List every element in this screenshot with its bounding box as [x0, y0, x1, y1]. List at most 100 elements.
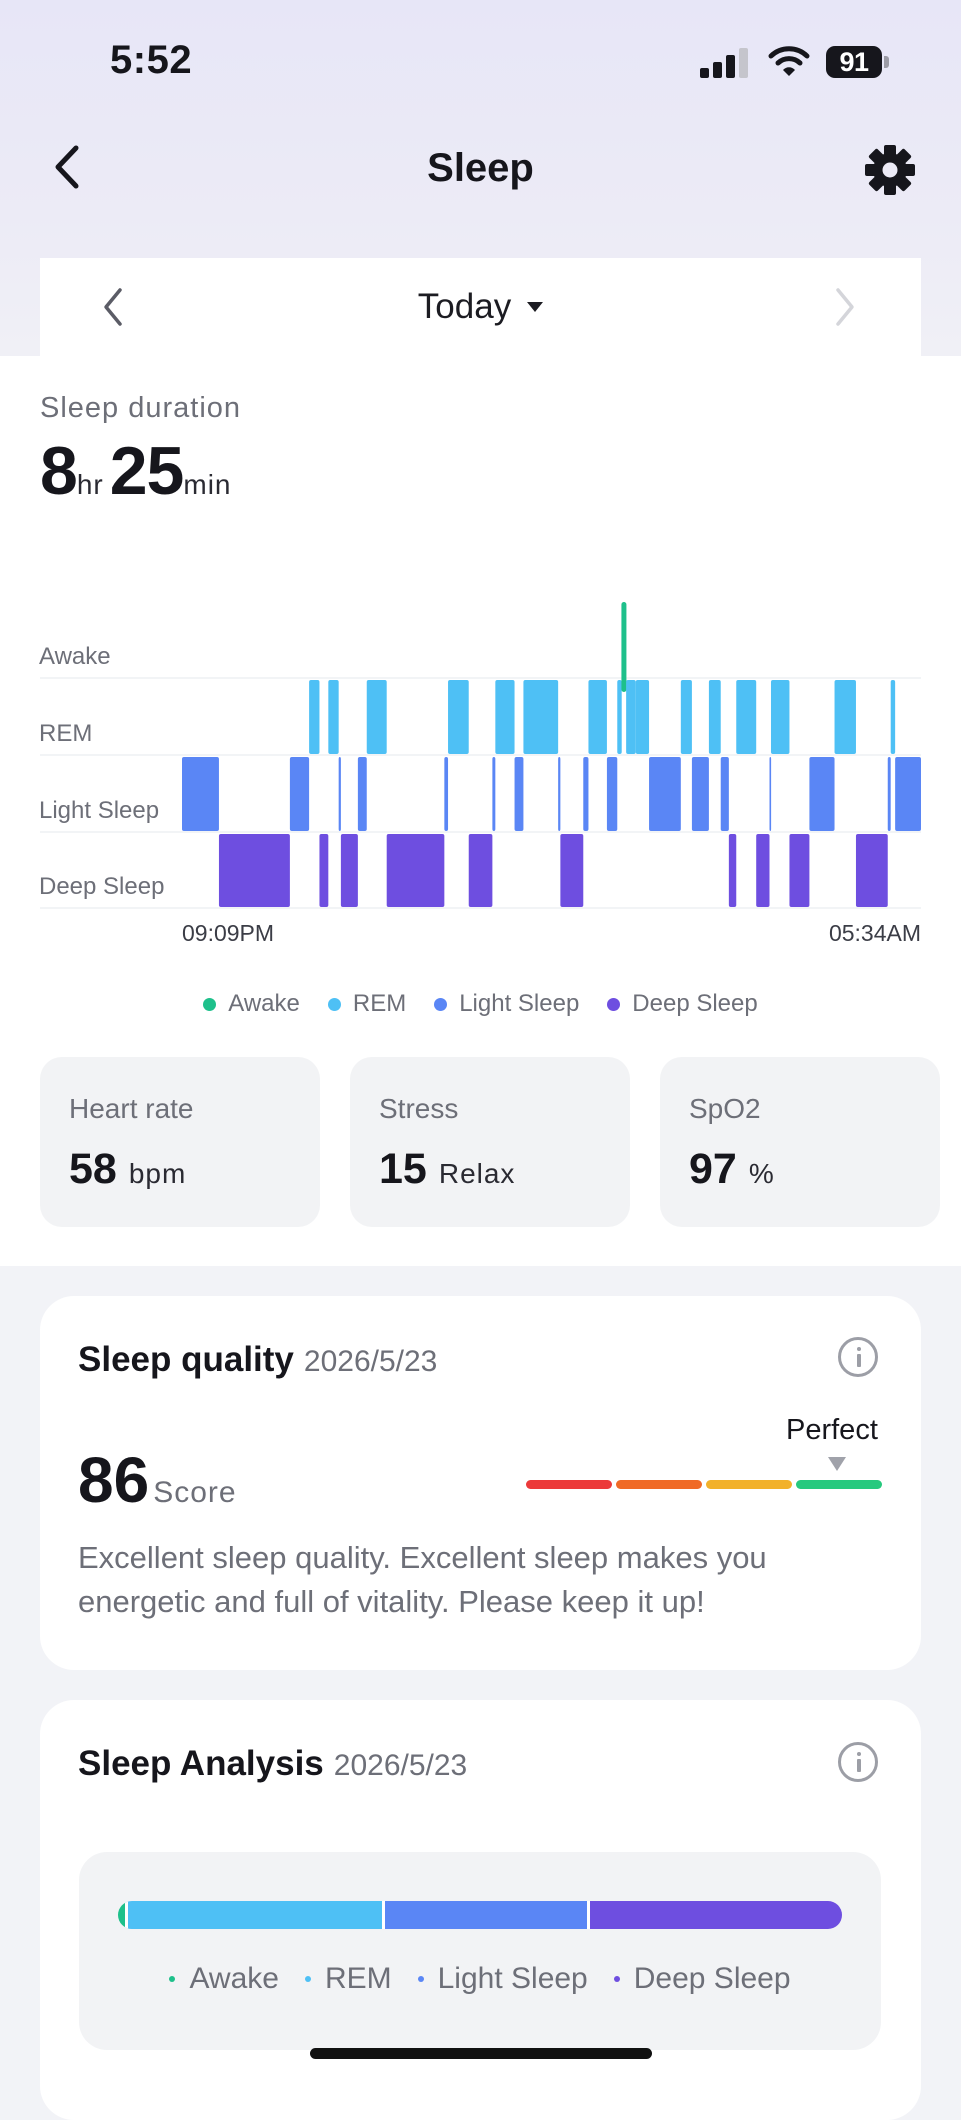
- wifi-icon: [768, 46, 810, 76]
- heart-rate-card[interactable]: Heart rate 58 bpm: [40, 1057, 320, 1227]
- stage-label-deep-sleep: Deep Sleep: [39, 873, 164, 900]
- legend-label: Light Sleep: [459, 990, 580, 1017]
- proportion-segment-rem: [125, 1901, 382, 1929]
- sleep-analysis-heading: Sleep Analysis 2026/5/23: [78, 1744, 467, 1784]
- analysis-legend-deep-sleep: Deep Sleep: [613, 1962, 791, 1996]
- quality-scale-segment: [616, 1480, 702, 1489]
- segment-rem: [495, 680, 515, 754]
- heart-rate-value: 58: [69, 1145, 117, 1193]
- settings-gear-icon[interactable]: [862, 142, 918, 198]
- segment-light-sleep: [887, 757, 891, 831]
- sleep-quality-heading: Sleep quality 2026/5/23: [78, 1340, 437, 1380]
- segment-light-sleep: [492, 757, 496, 831]
- sleep-analysis-info-icon[interactable]: [838, 1742, 878, 1782]
- chart-legend: Awake REM Light Sleep Deep Sleep: [0, 990, 961, 1018]
- sleep-analysis-date: 2026/5/23: [333, 1749, 468, 1782]
- spo2-card[interactable]: SpO2 97%: [660, 1057, 940, 1227]
- segment-light-sleep: [809, 757, 835, 831]
- analysis-legend-rem: REM: [304, 1962, 392, 1996]
- next-day-button[interactable]: [830, 284, 860, 330]
- segment-light-sleep: [583, 757, 589, 831]
- duration-hours: 8: [40, 433, 78, 509]
- segment-light-sleep: [289, 757, 310, 831]
- dropdown-caret-icon: [527, 302, 544, 312]
- segment-rem: [890, 680, 896, 754]
- segment-awake: [621, 602, 627, 692]
- segment-rem: [328, 680, 339, 754]
- segment-deep-sleep: [560, 834, 584, 907]
- segment-light-sleep: [769, 757, 772, 831]
- segment-deep-sleep: [855, 834, 888, 907]
- sleep-stage-chart[interactable]: Awake REM Light Sleep Deep Sleep 09:09PM 05…: [0, 590, 961, 960]
- proportion-segment-deep: [587, 1901, 842, 1929]
- sleep-quality-title: Sleep quality: [78, 1340, 294, 1379]
- sleep-proportion-bar: [118, 1901, 842, 1929]
- segment-rem: [770, 680, 790, 754]
- sleep-quality-date: 2026/5/23: [303, 1345, 438, 1378]
- date-navigator: Today: [40, 258, 921, 356]
- segment-light-sleep: [691, 757, 709, 831]
- segment-light-sleep: [357, 757, 367, 831]
- legend-label: Deep Sleep: [632, 990, 758, 1017]
- stress-value: 15: [379, 1145, 427, 1193]
- sleep-score-value: 86: [78, 1444, 150, 1516]
- sleep-quality-description: Excellent sleep quality. Excellent sleep…: [78, 1540, 767, 1619]
- legend-item-awake: Awake: [203, 990, 300, 1018]
- legend-label: Deep Sleep: [633, 1962, 791, 1995]
- stage-label-awake: Awake: [39, 643, 111, 670]
- segment-rem: [736, 680, 757, 754]
- legend-dot-icon: [417, 1976, 424, 1982]
- page-title: Sleep: [427, 146, 534, 190]
- legend-label: REM: [324, 1962, 392, 1995]
- segment-light-sleep: [720, 757, 729, 831]
- legend-label: Light Sleep: [437, 1962, 588, 1995]
- cellular-signal-icon: [700, 48, 750, 78]
- duration-minutes: 25: [109, 433, 185, 509]
- segment-light-sleep: [444, 757, 449, 831]
- quality-scale-segment: [796, 1480, 882, 1489]
- legend-item-deep-sleep: Deep Sleep: [607, 990, 758, 1018]
- segment-rem: [366, 680, 387, 754]
- heart-rate-title: Heart rate: [69, 1093, 194, 1124]
- date-label: Today: [417, 287, 512, 326]
- sleep-duration-label: Sleep duration: [40, 392, 242, 424]
- legend-label: Awake: [189, 1962, 279, 1995]
- sleep-score-unit: Score: [153, 1476, 237, 1509]
- date-dropdown[interactable]: Today: [40, 258, 921, 356]
- segment-deep-sleep: [789, 834, 810, 907]
- legend-dot-icon: [203, 997, 217, 1011]
- sleep-analysis-legend: Awake REM Light Sleep Deep Sleep: [79, 1962, 881, 1996]
- stage-label-light-sleep: Light Sleep: [39, 797, 159, 824]
- quality-scale-segment: [526, 1480, 612, 1489]
- spo2-unit: %: [748, 1158, 775, 1189]
- analysis-legend-awake: Awake: [169, 1962, 279, 1996]
- legend-dot-icon: [607, 997, 621, 1011]
- segment-deep-sleep: [728, 834, 737, 907]
- analysis-legend-light-sleep: Light Sleep: [417, 1962, 588, 1996]
- segment-deep-sleep: [340, 834, 358, 907]
- segment-rem: [448, 680, 469, 754]
- quality-level-label: Perfect: [786, 1414, 878, 1446]
- stage-label-rem: REM: [39, 720, 92, 747]
- segment-deep-sleep: [756, 834, 770, 907]
- segment-light-sleep: [558, 757, 561, 831]
- segment-rem: [617, 680, 622, 754]
- legend-label: REM: [352, 990, 407, 1017]
- battery-level: 91: [826, 46, 882, 78]
- legend-dot-icon: [327, 997, 341, 1011]
- segment-light-sleep: [895, 757, 921, 831]
- segment-light-sleep: [182, 757, 219, 831]
- segment-light-sleep: [338, 757, 341, 831]
- legend-label: Awake: [228, 990, 300, 1017]
- sleep-quality-info-icon[interactable]: [838, 1337, 878, 1377]
- segment-light-sleep: [514, 757, 524, 831]
- sleep-analysis-title: Sleep Analysis: [78, 1744, 324, 1783]
- stress-unit: Relax: [438, 1158, 516, 1189]
- stress-card[interactable]: Stress 15 Relax: [350, 1057, 630, 1227]
- home-indicator: [310, 2048, 652, 2059]
- segment-rem: [309, 680, 320, 754]
- segment-rem: [635, 680, 650, 754]
- segment-rem: [834, 680, 856, 754]
- legend-item-rem: REM: [327, 990, 407, 1018]
- segment-deep-sleep: [218, 834, 290, 907]
